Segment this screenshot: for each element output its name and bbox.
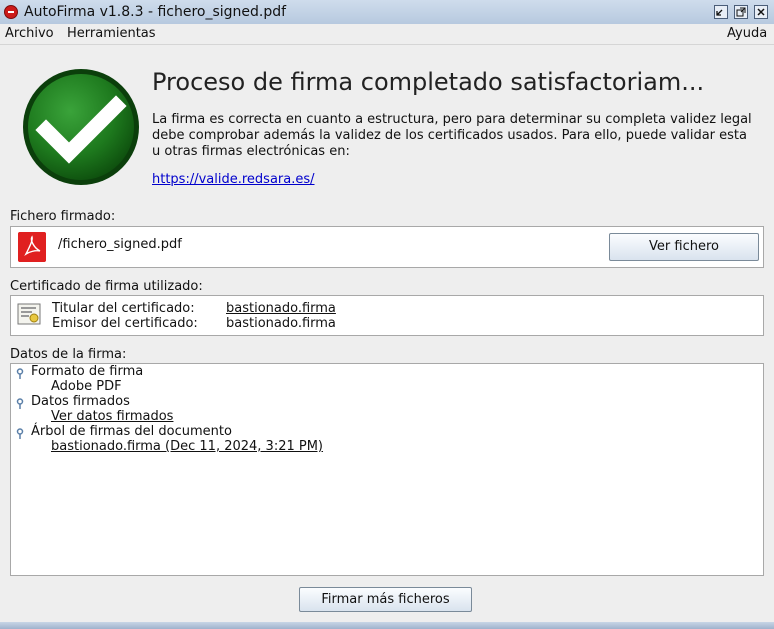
signed-file-label: Fichero firmado: (10, 209, 116, 224)
autofirma-logo-icon (4, 5, 18, 19)
certificate-panel: Titular del certificado: bastionado.firm… (10, 295, 764, 336)
tree-node-icon (16, 398, 24, 409)
menu-archivo[interactable]: Archivo (5, 26, 54, 41)
close-button[interactable] (754, 5, 768, 19)
cert-holder-label: Titular del certificado: (52, 301, 195, 316)
minimize-button[interactable] (714, 5, 728, 19)
window-title: AutoFirma v1.8.3 - fichero_signed.pdf (24, 4, 287, 20)
signature-data-tree[interactable]: Formato de firma Adobe PDF Datos firmado… (10, 363, 764, 576)
tree-signature-link[interactable]: bastionado.firma (Dec 11, 2024, 3:21 PM) (51, 439, 323, 454)
sign-more-files-button[interactable]: Firmar más ficheros (299, 587, 472, 612)
check-circle-icon (23, 69, 139, 185)
certificate-icon (17, 303, 41, 325)
signed-file-panel: /fichero_signed.pdf Ver fichero (10, 226, 764, 268)
tree-node-icon (16, 368, 24, 379)
view-signed-data-link[interactable]: Ver datos firmados (51, 409, 173, 424)
result-description: La firma es correcta en cuanto a estruct… (152, 112, 752, 159)
menu-herramientas[interactable]: Herramientas (67, 26, 156, 41)
tree-format-label[interactable]: Formato de firma (31, 364, 143, 379)
cert-issuer-value: bastionado.firma (226, 316, 336, 331)
certificate-label: Certificado de firma utilizado: (10, 279, 203, 294)
menu-bar: Archivo Herramientas Ayuda (0, 24, 774, 45)
window-bottom-border (0, 622, 774, 629)
result-heading: Proceso de firma completado satisfactori… (152, 68, 705, 96)
tree-signatures-label[interactable]: Árbol de firmas del documento (31, 424, 232, 439)
tree-format-value[interactable]: Adobe PDF (51, 379, 122, 394)
pdf-file-icon (18, 232, 46, 262)
cert-holder-link[interactable]: bastionado.firma (226, 301, 336, 316)
tree-node-icon (16, 428, 24, 439)
cert-issuer-label: Emisor del certificado: (52, 316, 198, 331)
tree-signed-data-label[interactable]: Datos firmados (31, 394, 130, 409)
maximize-button[interactable] (734, 5, 748, 19)
menu-ayuda[interactable]: Ayuda (727, 26, 767, 41)
title-bar: AutoFirma v1.8.3 - fichero_signed.pdf (0, 0, 774, 25)
signature-data-label: Datos de la firma: (10, 347, 127, 362)
view-file-button[interactable]: Ver fichero (609, 233, 759, 261)
validation-link[interactable]: https://valide.redsara.es/ (152, 172, 315, 187)
signed-file-name: /fichero_signed.pdf (58, 237, 182, 252)
